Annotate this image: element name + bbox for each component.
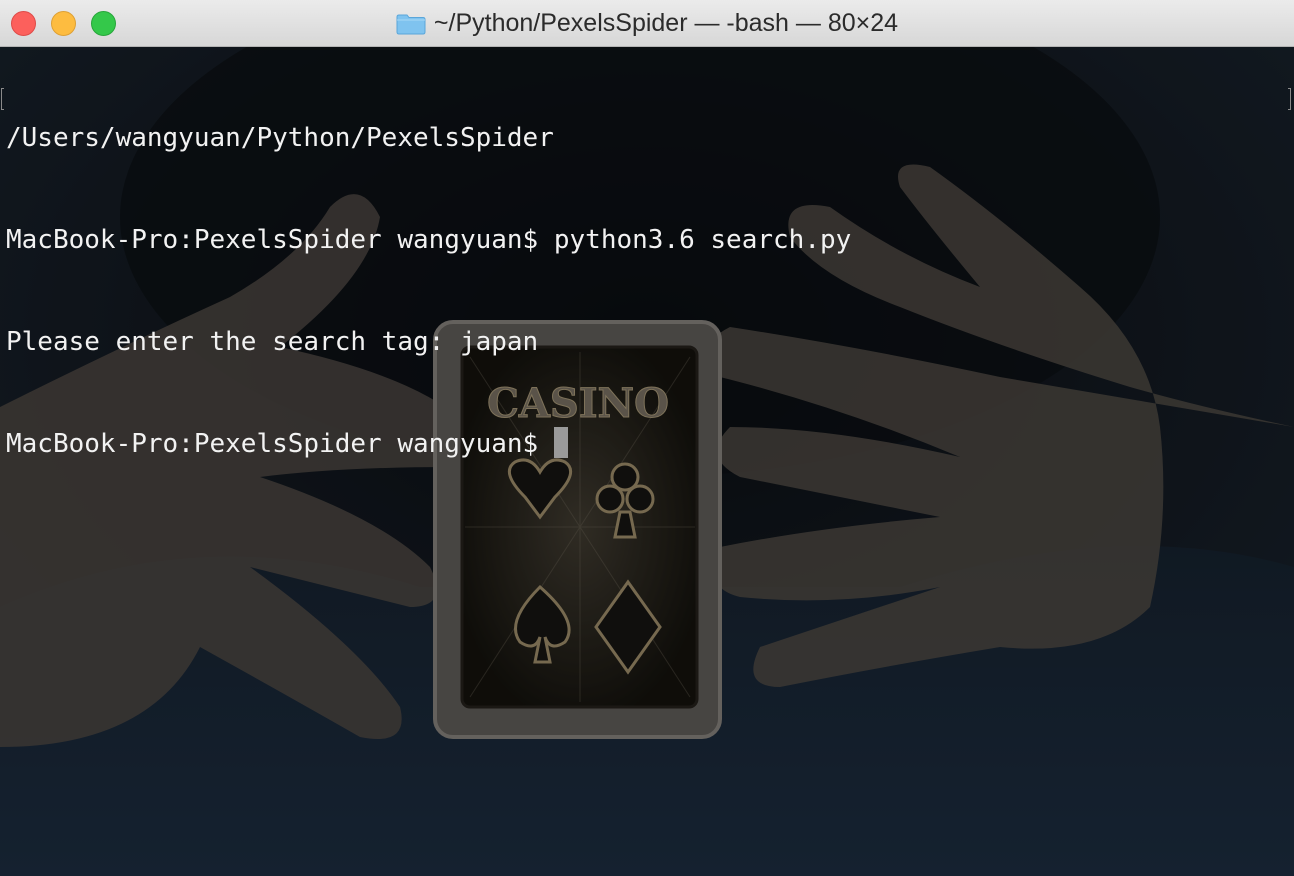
terminal-line: MacBook-Pro:PexelsSpider wangyuan$ pytho… (6, 225, 852, 255)
terminal-line: Please enter the search tag: japan (6, 327, 539, 357)
terminal-content[interactable]: CASINO /Users/wangyuan/Python/PexelsSpid… (0, 47, 1294, 876)
terminal-window: ~/Python/PexelsSpider — -bash — 80×24 CA… (0, 0, 1294, 876)
terminal-line: /Users/wangyuan/Python/PexelsSpider (6, 123, 554, 153)
line-bracket-right (1288, 88, 1291, 110)
line-bracket-left (1, 88, 4, 110)
text-cursor (554, 427, 569, 458)
window-title: ~/Python/PexelsSpider — -bash — 80×24 (433, 9, 899, 37)
folder-icon (396, 14, 426, 34)
terminal-output: /Users/wangyuan/Python/PexelsSpider MacB… (6, 53, 851, 529)
terminal-prompt-line[interactable]: MacBook-Pro:PexelsSpider wangyuan$ (6, 427, 851, 461)
title-bar[interactable]: ~/Python/PexelsSpider — -bash — 80×24 (0, 0, 1294, 47)
terminal-prompt: MacBook-Pro:PexelsSpider wangyuan$ (6, 429, 539, 459)
window-title-group: ~/Python/PexelsSpider — -bash — 80×24 (0, 0, 1294, 47)
